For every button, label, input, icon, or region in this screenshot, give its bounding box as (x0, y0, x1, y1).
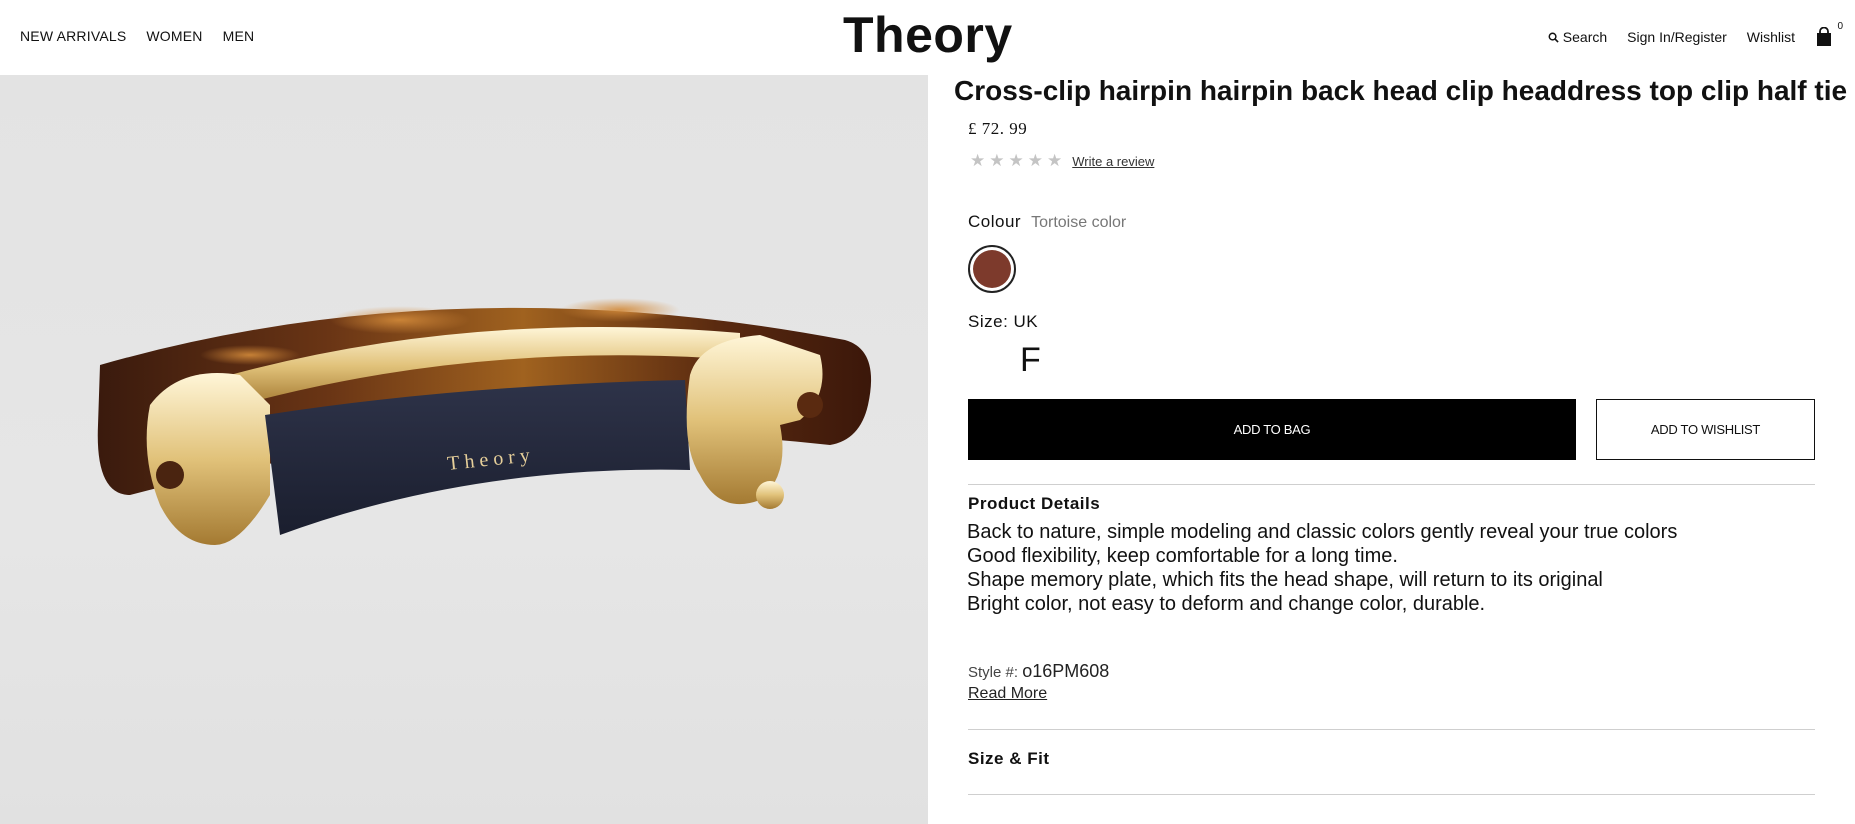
divider (968, 794, 1815, 795)
hair-clip-illustration: Theory (97, 298, 872, 545)
details-line: Bright color, not easy to deform and cha… (967, 593, 1486, 615)
nav-women[interactable]: WOMEN (146, 28, 202, 44)
product-details-body: Back to nature, simple modeling and clas… (967, 520, 1677, 616)
add-to-bag-button[interactable]: ADD TO BAG (968, 399, 1576, 460)
shopping-bag-icon (1817, 26, 1831, 46)
product-title: Cross-clip hairpin hairpin back head cli… (954, 75, 1848, 106)
site-logo[interactable]: Theory (843, 6, 1013, 64)
colour-swatch-tortoise[interactable] (968, 245, 1016, 293)
colour-row: Colour Tortoise color (968, 212, 1126, 232)
product-image[interactable]: Theory (0, 75, 928, 824)
bag-count: 0 (1837, 21, 1843, 32)
read-more-link[interactable]: Read More (968, 685, 1047, 703)
colour-label: Colour (968, 212, 1022, 231)
search-icon (1548, 32, 1559, 43)
divider (968, 729, 1815, 730)
search-label: Search (1562, 29, 1608, 45)
star-icon[interactable]: ★ (1047, 151, 1062, 171)
nav-new-arrivals[interactable]: NEW ARRIVALS (20, 28, 126, 44)
site-header: NEW ARRIVALS WOMEN MEN Theory Search Sig… (0, 0, 1855, 75)
size-label: Size: UK (968, 312, 1039, 331)
wishlist-link[interactable]: Wishlist (1747, 29, 1795, 45)
shopping-bag-button[interactable]: 0 (1815, 21, 1843, 47)
style-label: Style #: (968, 664, 1019, 681)
swatch-fill (973, 250, 1011, 288)
details-line: Shape memory plate, which fits the head … (967, 569, 1603, 591)
star-icon[interactable]: ★ (989, 151, 1004, 171)
size-fit-heading[interactable]: Size & Fit (968, 749, 1050, 769)
add-to-wishlist-button[interactable]: ADD TO WISHLIST (1596, 399, 1815, 460)
star-icon[interactable]: ★ (1009, 151, 1024, 171)
divider (968, 484, 1815, 485)
details-line: Good flexibility, keep comfortable for a… (967, 545, 1398, 567)
product-info: Cross-clip hairpin hairpin back head cli… (928, 75, 1855, 824)
utility-nav: Search Sign In/Register Wishlist 0 (1548, 21, 1843, 47)
product-details-heading[interactable]: Product Details (968, 494, 1100, 514)
search-button[interactable]: Search (1548, 29, 1607, 45)
product-price: £ 72. 99 (968, 119, 1028, 138)
main-nav: NEW ARRIVALS WOMEN MEN (20, 28, 254, 44)
nav-men[interactable]: MEN (223, 28, 255, 44)
signin-link[interactable]: Sign In/Register (1627, 29, 1727, 45)
rating: ★ ★ ★ ★ ★ Write a review (970, 151, 1154, 171)
colour-value: Tortoise color (1031, 214, 1127, 231)
style-number: Style #: o16PM608 (968, 661, 1109, 682)
star-icon[interactable]: ★ (1028, 151, 1043, 171)
style-value: o16PM608 (1022, 661, 1110, 681)
size-option-f[interactable]: F (1020, 341, 1041, 380)
star-icon[interactable]: ★ (970, 151, 985, 171)
details-line: Back to nature, simple modeling and clas… (967, 521, 1678, 543)
write-review-link[interactable]: Write a review (1072, 154, 1154, 169)
